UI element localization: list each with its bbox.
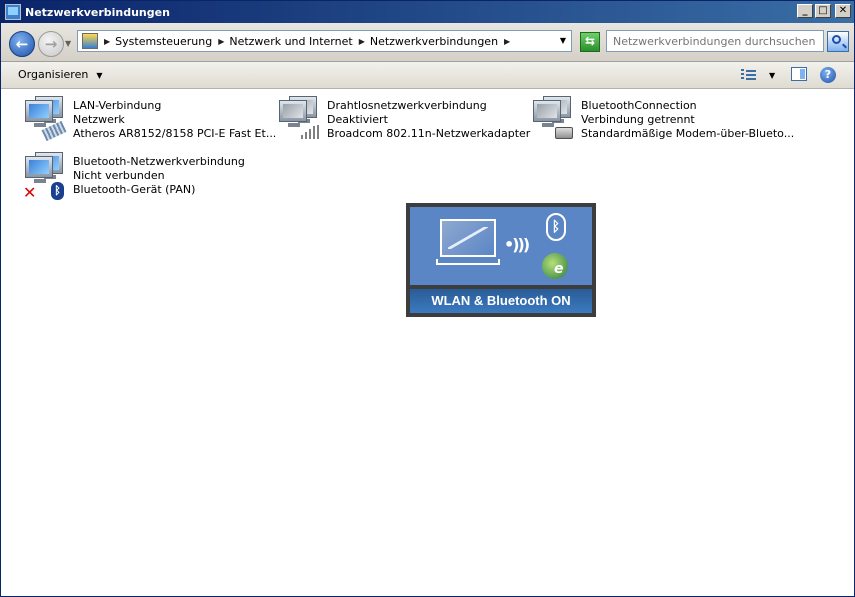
window-controls: _ □ ✕	[797, 4, 851, 18]
views-icon[interactable]	[741, 68, 756, 81]
lan-icon	[21, 96, 67, 145]
laptop-base-icon	[436, 259, 500, 265]
connection-status: Nicht verbunden	[73, 169, 165, 182]
address-bar: ← → ▼ ▶ Systemsteuerung ▶ Netzwerk und I…	[1, 23, 854, 62]
connection-item-bluetooth-pan[interactable]: ✕ ᛒ Bluetooth-Netzwerkverbindung Nicht v…	[21, 152, 271, 203]
search-icon	[832, 35, 841, 44]
osd-label: WLAN & Bluetooth ON	[410, 289, 592, 313]
organize-menu-button[interactable]: Organisieren ▼	[18, 68, 102, 81]
connection-name: Bluetooth-Netzwerkverbindung	[73, 155, 245, 168]
connection-status: Deaktiviert	[327, 113, 388, 126]
wireless-status-osd: •))) ᛒ e WLAN & Bluetooth ON	[406, 203, 596, 317]
breadcrumb-label[interactable]: Netzwerk und Internet	[229, 35, 352, 48]
window-title: Netzwerkverbindungen	[25, 5, 170, 19]
breadcrumb-label[interactable]: Systemsteuerung	[115, 35, 212, 48]
chevron-right-icon[interactable]: ▶	[359, 37, 365, 46]
connection-item-lan[interactable]: LAN-Verbindung Netzwerk Atheros AR8152/8…	[21, 96, 276, 147]
command-bar: Organisieren ▼ ▼ ?	[1, 62, 854, 89]
connection-name: BluetoothConnection	[581, 99, 697, 112]
chevron-right-icon[interactable]: ▶	[218, 37, 224, 46]
wifi-waves-icon: •)))	[504, 235, 530, 254]
chevron-right-icon[interactable]: ▶	[504, 37, 510, 46]
search-input[interactable]	[606, 30, 824, 52]
views-dropdown-icon[interactable]: ▼	[769, 71, 775, 80]
network-folder-icon	[5, 4, 21, 20]
help-icon[interactable]: ?	[820, 67, 836, 83]
connection-device: Broadcom 802.11n-Netzwerkadapter	[327, 127, 531, 140]
control-panel-icon	[82, 33, 98, 49]
bluetooth-icon: ✕ ᛒ	[21, 152, 67, 202]
breadcrumb-label[interactable]: Netzwerkverbindungen	[370, 35, 498, 48]
refresh-button[interactable]: ⇆	[580, 32, 600, 52]
chevron-down-icon: ▼	[96, 71, 103, 80]
connection-status: Verbindung getrennt	[581, 113, 695, 126]
laptop-icon	[440, 219, 496, 257]
connection-device: Atheros AR8152/8158 PCI-E Fast Et...	[73, 127, 277, 140]
close-button[interactable]: ✕	[835, 4, 851, 18]
connection-item-bluetooth-modem[interactable]: BluetoothConnection Verbindung getrennt …	[529, 96, 794, 147]
breadcrumb-item[interactable]: ▶	[504, 37, 515, 46]
internet-globe-icon: e	[542, 253, 568, 279]
bluetooth-icon: ᛒ	[546, 213, 566, 241]
address-dropdown-icon[interactable]: ▼	[560, 36, 566, 45]
connection-device: Bluetooth-Gerät (PAN)	[73, 183, 196, 196]
breadcrumb-item[interactable]: ▶ Systemsteuerung	[104, 35, 212, 48]
explorer-window: Netzwerkverbindungen _ □ ✕ ← → ▼ ▶ Syste…	[0, 0, 855, 597]
organize-label: Organisieren	[18, 68, 89, 81]
forward-button[interactable]: →	[38, 31, 64, 57]
search-button[interactable]	[827, 31, 849, 52]
back-button[interactable]: ←	[9, 31, 35, 57]
chevron-right-icon[interactable]: ▶	[104, 37, 110, 46]
disconnected-x-icon: ✕	[23, 183, 37, 202]
title-bar: Netzwerkverbindungen _ □ ✕	[1, 1, 854, 23]
maximize-button[interactable]: □	[815, 4, 831, 18]
preview-pane-icon[interactable]	[791, 67, 807, 81]
osd-graphic: •))) ᛒ e	[410, 207, 592, 285]
minimize-button[interactable]: _	[797, 4, 813, 18]
connection-item-wireless[interactable]: Drahtlosnetzwerkverbindung Deaktiviert B…	[275, 96, 530, 147]
breadcrumb-item[interactable]: ▶ Netzwerkverbindungen	[359, 35, 498, 48]
connection-name: LAN-Verbindung	[73, 99, 162, 112]
recent-pages-dropdown-icon[interactable]: ▼	[65, 39, 71, 48]
connection-status: Netzwerk	[73, 113, 125, 126]
breadcrumb-item[interactable]: ▶ Netzwerk und Internet	[218, 35, 353, 48]
bluetooth-badge-icon: ᛒ	[51, 182, 64, 200]
wireless-icon	[275, 96, 321, 145]
connection-device: Standardmäßige Modem-über-Blueto...	[581, 127, 795, 140]
connection-name: Drahtlosnetzwerkverbindung	[327, 99, 487, 112]
modem-icon	[529, 96, 575, 145]
address-field[interactable]: ▶ Systemsteuerung ▶ Netzwerk und Interne…	[77, 30, 572, 52]
connections-view: LAN-Verbindung Netzwerk Atheros AR8152/8…	[1, 89, 854, 596]
